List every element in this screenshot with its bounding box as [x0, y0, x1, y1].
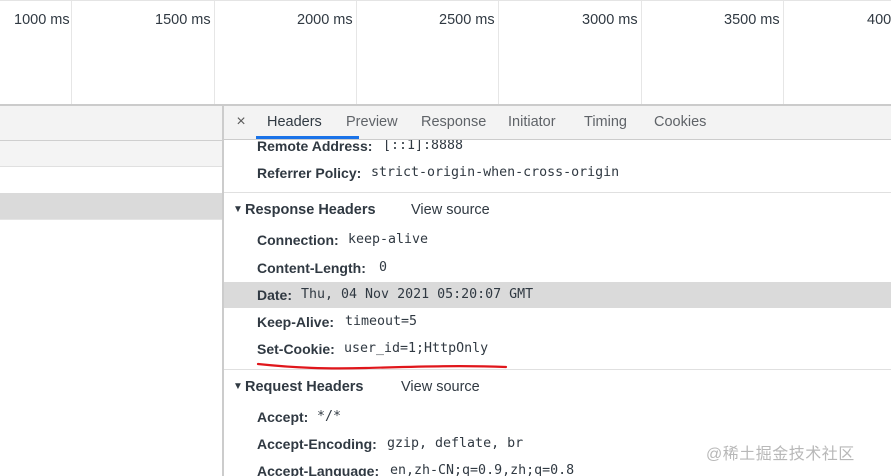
header-value: */*	[317, 409, 342, 424]
tab-initiator[interactable]: Initiator	[508, 106, 556, 139]
header-name: Connection:	[257, 232, 339, 248]
header-name: Keep-Alive:	[257, 314, 335, 330]
collapse-triangle-icon[interactable]: ▼	[233, 374, 243, 400]
tab-headers[interactable]: Headers	[267, 106, 322, 139]
watermark: @稀土掘金技术社区	[706, 440, 855, 464]
headers-content: Remote Address: [::1]:8888 Referrer Poli…	[224, 140, 891, 476]
section-divider	[224, 192, 891, 193]
header-value: user_id=1;HttpOnly	[344, 341, 489, 356]
tick-label: 1500 ms	[155, 12, 211, 28]
header-name: Content-Length:	[257, 260, 366, 276]
header-value: 0	[379, 260, 388, 275]
timeline-tick: 2500 ms	[357, 1, 499, 105]
request-headers-section: ▼ Request Headers View source	[224, 374, 891, 400]
request-list-header	[0, 106, 222, 141]
header-value: en,zh-CN;q=0.9,zh;q=0.8	[390, 463, 575, 476]
request-headers-title[interactable]: Request Headers	[245, 374, 363, 400]
details-tabbar: × Headers Preview Response Initiator Tim…	[224, 106, 891, 140]
response-headers-section: ▼ Response Headers View source	[224, 197, 891, 223]
request-row-selected[interactable]	[0, 193, 222, 219]
red-annotation-underline	[256, 362, 508, 370]
header-value: timeout=5	[345, 314, 418, 329]
header-row-keep-alive: Keep-Alive: timeout=5	[224, 309, 891, 335]
header-name: Date:	[257, 287, 293, 303]
header-row-remote-address: Remote Address: [::1]:8888	[224, 140, 891, 159]
tick-label: 3500 ms	[724, 12, 780, 28]
collapse-triangle-icon[interactable]: ▼	[233, 197, 243, 223]
header-row-date: Date: Thu, 04 Nov 2021 05:20:07 GMT	[224, 282, 891, 308]
timeline-tick: 400	[784, 1, 891, 105]
network-timeline: 1000 ms 1500 ms 2000 ms 2500 ms 3000 ms …	[0, 0, 891, 105]
header-name: Set-Cookie:	[257, 341, 335, 357]
header-row-content-length: Content-Length: 0	[224, 255, 891, 281]
header-row-referrer-policy: Referrer Policy: strict-origin-when-cros…	[224, 160, 891, 186]
header-row-accept: Accept: */*	[224, 404, 891, 430]
header-name: Accept:	[257, 409, 309, 425]
header-name: Referrer Policy:	[257, 165, 362, 181]
header-value: strict-origin-when-cross-origin	[371, 165, 620, 180]
tick-label: 1000 ms	[14, 12, 70, 28]
header-value: gzip, deflate, br	[387, 436, 524, 451]
header-row-set-cookie: Set-Cookie: user_id=1;HttpOnly	[224, 336, 891, 362]
tick-label: 2500 ms	[439, 12, 495, 28]
header-value: [::1]:8888	[383, 140, 464, 153]
timeline-tick: 3500 ms	[642, 1, 784, 105]
header-name: Remote Address:	[257, 140, 373, 154]
tab-timing[interactable]: Timing	[584, 106, 627, 139]
header-value: Thu, 04 Nov 2021 05:20:07 GMT	[301, 287, 534, 302]
response-headers-title[interactable]: Response Headers	[245, 197, 376, 223]
view-source-link[interactable]: View source	[411, 197, 490, 223]
active-tab-indicator	[256, 136, 359, 139]
tab-cookies[interactable]: Cookies	[654, 106, 706, 139]
close-icon[interactable]: ×	[234, 112, 248, 132]
tab-preview[interactable]: Preview	[346, 106, 398, 139]
tick-label: 3000 ms	[582, 12, 638, 28]
timeline-tick: 1000 ms	[0, 1, 72, 105]
row-divider	[0, 219, 222, 220]
header-value: keep-alive	[348, 232, 429, 247]
timeline-tick: 3000 ms	[499, 1, 642, 105]
tick-label: 400	[867, 12, 891, 28]
header-name: Accept-Encoding:	[257, 436, 377, 452]
timeline-tick: 2000 ms	[215, 1, 357, 105]
timeline-tick: 1500 ms	[72, 1, 215, 105]
tab-response[interactable]: Response	[421, 106, 486, 139]
header-row-connection: Connection: keep-alive	[224, 227, 891, 253]
request-list-panel	[0, 106, 222, 476]
view-source-link[interactable]: View source	[401, 374, 480, 400]
tick-label: 2000 ms	[297, 12, 353, 28]
request-row[interactable]	[0, 141, 222, 167]
watermark-text: @稀土掘金技术社区	[706, 446, 855, 463]
header-name: Accept-Language:	[257, 463, 380, 476]
